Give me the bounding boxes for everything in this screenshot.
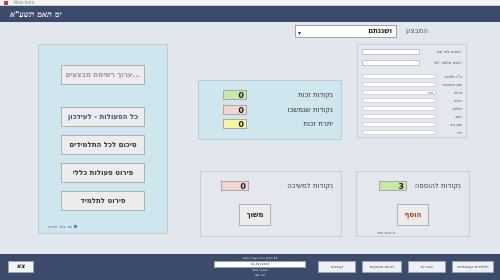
footer-code: 04-8213456	[214, 261, 306, 268]
field-value-class	[362, 98, 436, 103]
footer-info-line-3: Ver 1.0	[254, 273, 266, 277]
add-button[interactable]: הוסף	[397, 204, 429, 226]
search-name-label: חיפוש לפי שם:	[437, 49, 462, 54]
balance-label: יתרת זכות	[303, 120, 333, 128]
class-select-value: ושננתם	[368, 27, 392, 35]
field-label-class: כיתה	[453, 98, 462, 103]
field-label-phone: טלפון	[452, 106, 462, 111]
reports-note[interactable]: צור ציור חידות	[48, 224, 78, 229]
field-label-city: ישוב	[454, 114, 462, 119]
field-value-id	[362, 74, 436, 79]
reports-panel: ערוך רשימת מבצעים... כל הפעולות - לעידכו…	[38, 44, 168, 234]
field-value-phone	[362, 106, 436, 111]
credit-points-value: 0	[223, 90, 247, 100]
students-summary-button[interactable]: סיכום לכל התלמידים	[61, 135, 145, 155]
add-points-label: נקודות להוספה	[414, 182, 461, 190]
settings-button[interactable]: הגדרות	[408, 261, 446, 273]
student-detail-button[interactable]: פירוט לתלמיד	[61, 191, 145, 211]
withdrawn-points-value: 0	[223, 105, 247, 115]
field-label-mobile: נייד	[456, 130, 462, 135]
search-name-input[interactable]	[362, 49, 420, 55]
groups-button[interactable]: קבוצות	[318, 261, 356, 273]
class-select[interactable]: ▾ ושננתם	[295, 25, 397, 38]
exit-button[interactable]: צא	[8, 261, 34, 273]
withdrawn-points-label: נקודות שנמשכו	[287, 106, 333, 114]
note-icon	[74, 225, 78, 228]
group-students-button[interactable]: תלמידים קבוצתיים	[452, 261, 494, 273]
field-value-father	[362, 122, 436, 127]
field-value-lastname	[362, 82, 436, 87]
field-label-id: ת"ז תלמיד	[444, 74, 462, 79]
withdraw-panel: נקודות למשיכה 0 משוך	[200, 171, 342, 237]
search-by-input[interactable]	[362, 60, 420, 66]
student-info-panel: חיפוש לפי שם: חפש תלמיד לפי: ת"ז תלמיד ש…	[357, 44, 467, 138]
balance-row: יתרת זכות 0	[223, 119, 333, 129]
footer-bar: צא לחלון הבא בעזרת מקש F4 04-8213456 SQL…	[0, 254, 500, 280]
field-value-city	[362, 114, 436, 119]
balance-value: 0	[223, 119, 247, 129]
withdraw-points-label: נקודות למשיכה	[287, 182, 333, 190]
add-points-input[interactable]: 3	[379, 181, 407, 191]
chevron-down-icon[interactable]: ▾	[298, 28, 301, 39]
field-label-lastname: שם משפחה	[441, 82, 462, 87]
add-panel: נקודות להוספה 3 הוסף ת.נחש.שזכ	[356, 171, 470, 237]
app-logo: ימ תאמ תשע"א	[10, 9, 62, 19]
points-summary-panel: נקודות זכות 0 נקודות שנמשכו 0 יתרת זכות …	[198, 80, 342, 140]
app-icon	[4, 1, 8, 5]
search-by-label: חפש תלמיד לפי:	[433, 60, 462, 65]
credit-points-label: נקודות זכות	[298, 91, 333, 99]
field-value-mobile	[362, 130, 436, 135]
class-label: המבצע	[406, 27, 428, 35]
footer-info: לחלון הבא בעזרת מקש F4 04-8213456 SQL מו…	[210, 256, 310, 278]
actions-detail-button[interactable]: פירוט פעולות כללי	[61, 163, 145, 183]
field-label-firstname: פרטי	[453, 90, 462, 95]
add-note: ת.נחש.שזכ	[377, 230, 396, 235]
app-header: ימ תאמ תשע"א	[0, 6, 500, 22]
edit-campaigns-button[interactable]: ערוך רשימת מבצעים...	[61, 65, 145, 85]
field-value-firstname: אוי	[362, 90, 436, 95]
field-label-father: שם אב	[450, 122, 462, 127]
campaign-reports-button[interactable]: דוחות מבצעים	[362, 261, 402, 273]
withdraw-button[interactable]: משוך	[239, 204, 271, 226]
all-actions-button[interactable]: כל הפעולות - לעידכון	[61, 107, 145, 127]
withdrawn-points-row: נקודות שנמשכו 0	[223, 105, 333, 115]
reports-note-text: צור ציור חידות	[48, 224, 73, 229]
withdraw-points-input[interactable]: 0	[221, 181, 249, 191]
credit-points-row: נקודות זכות 0	[223, 90, 333, 100]
